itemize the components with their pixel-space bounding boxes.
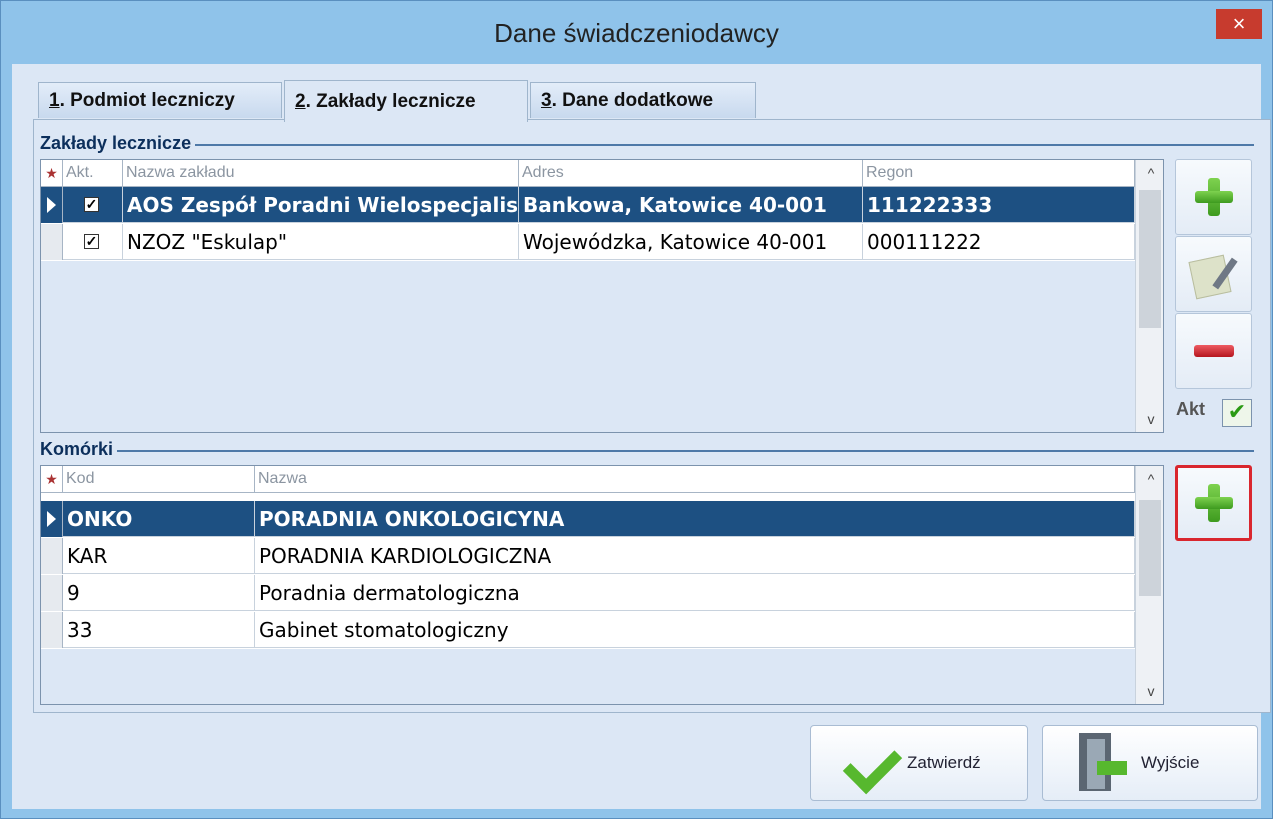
cell-nazwa: PORADNIA KARDIOLOGICZNA (255, 538, 1135, 574)
cell-nazwa: Poradnia dermatologiczna (255, 575, 1135, 611)
cell-nazwa: Gabinet stomatologiczny (255, 612, 1135, 648)
confirm-button[interactable]: Zatwierdź (810, 725, 1028, 801)
edit-document-icon (1187, 252, 1238, 300)
checkbox[interactable]: ✓ (84, 234, 99, 249)
current-row-indicator (41, 187, 63, 223)
title-bar: Dane świadczeniodawcy (1, 1, 1272, 65)
required-star-icon: ★ (41, 160, 63, 186)
column-header-nazwa[interactable]: Nazwa zakładu (123, 160, 519, 186)
grid-empty-area (41, 649, 1135, 704)
window-title: Dane świadczeniodawcy (494, 17, 779, 48)
plus-icon (1194, 484, 1233, 522)
edit-zaklad-button[interactable] (1175, 236, 1252, 312)
add-zaklad-button[interactable] (1175, 159, 1252, 235)
table-row[interactable]: KAR PORADNIA KARDIOLOGICZNA (41, 538, 1135, 574)
vertical-scrollbar[interactable]: ^ v (1135, 160, 1163, 432)
checkbox[interactable]: ✓ (84, 197, 99, 212)
grid-header: ★ Akt. Nazwa zakładu Adres Regon (41, 160, 1135, 187)
row-indicator (41, 575, 63, 611)
grid-header: ★ Kod Nazwa (41, 466, 1135, 493)
close-button[interactable]: × (1216, 9, 1262, 39)
scroll-up-icon[interactable]: ^ (1136, 160, 1163, 186)
cell-adres: Bankowa, Katowice 40-001 (519, 187, 863, 223)
tab-mnemonic: 1 (49, 89, 60, 111)
group-label-komorki: Komórki (40, 439, 118, 460)
confirm-button-label: Zatwierdź (907, 753, 981, 772)
tab-mnemonic: 3 (541, 89, 552, 111)
cell-nazwa: PORADNIA ONKOLOGICYNA (255, 501, 1135, 537)
tab-label: . Dane dodatkowe (551, 89, 714, 111)
akt-filter-checkbox[interactable]: ✔ (1222, 399, 1252, 427)
exit-button[interactable]: Wyjście (1042, 725, 1258, 801)
group-label-zaklady: Zakłady lecznicze (40, 133, 196, 154)
cell-adres: Wojewódzka, Katowice 40-001 (519, 224, 863, 260)
column-header-regon[interactable]: Regon (863, 160, 1135, 186)
table-row[interactable]: ✓ NZOZ "Eskulap" Wojewódzka, Katowice 40… (41, 224, 1135, 260)
table-row[interactable]: 9 Poradnia dermatologiczna (41, 575, 1135, 611)
scroll-up-icon[interactable]: ^ (1136, 466, 1163, 492)
vertical-scrollbar[interactable]: ^ v (1135, 466, 1163, 704)
cell-nazwa: AOS Zespół Poradni Wielospecjalistycznyc… (123, 187, 519, 223)
scroll-down-icon[interactable]: v (1136, 406, 1163, 432)
checkmark-icon: ✔ (1227, 399, 1247, 424)
column-header-adres[interactable]: Adres (519, 160, 863, 186)
zaklady-grid[interactable]: ★ Akt. Nazwa zakładu Adres Regon ✓ AOS Z… (40, 159, 1164, 433)
table-row[interactable]: 33 Gabinet stomatologiczny (41, 612, 1135, 648)
akt-checkbox-cell[interactable]: ✓ (63, 224, 123, 260)
scroll-down-icon[interactable]: v (1136, 678, 1163, 704)
akt-checkbox-cell[interactable]: ✓ (63, 187, 123, 223)
group-divider (40, 450, 1254, 452)
cell-regon: 000111222 (863, 224, 1135, 260)
checkmark-icon (841, 740, 897, 786)
exit-button-label: Wyjście (1141, 753, 1200, 772)
table-row[interactable]: ✓ AOS Zespół Poradni Wielospecjalistyczn… (41, 187, 1135, 223)
add-komorka-button[interactable] (1175, 465, 1252, 541)
cell-kod: 33 (63, 612, 255, 648)
column-header-kod[interactable]: Kod (63, 466, 255, 492)
column-header-nazwa[interactable]: Nazwa (255, 466, 1135, 492)
group-divider (40, 144, 1254, 146)
current-row-indicator (41, 501, 63, 537)
tab-label: . Zakłady lecznicze (305, 90, 476, 112)
row-indicator (41, 538, 63, 574)
plus-icon (1194, 178, 1233, 216)
komorki-grid[interactable]: ★ Kod Nazwa ONKO PORADNIA ONKOLOGICYNA K… (40, 465, 1164, 705)
tab-label: . Podmiot leczniczy (59, 89, 235, 111)
required-star-icon: ★ (41, 466, 63, 492)
cell-kod: 9 (63, 575, 255, 611)
exit-door-icon (1079, 733, 1127, 793)
row-indicator (41, 224, 63, 260)
akt-filter-label: Akt (1176, 399, 1206, 419)
close-icon: × (1232, 11, 1246, 36)
scroll-thumb[interactable] (1139, 190, 1161, 328)
cell-kod: ONKO (63, 501, 255, 537)
row-indicator (41, 612, 63, 648)
cell-nazwa: NZOZ "Eskulap" (123, 224, 519, 260)
remove-zaklad-button[interactable] (1175, 313, 1252, 389)
cell-kod: KAR (63, 538, 255, 574)
table-row[interactable]: ONKO PORADNIA ONKOLOGICYNA (41, 501, 1135, 537)
minus-icon (1193, 345, 1234, 357)
column-header-akt[interactable]: Akt. (63, 160, 123, 186)
cell-regon: 111222333 (863, 187, 1135, 223)
tab-dane-dodatkowe[interactable]: 3. Dane dodatkowe (530, 82, 756, 118)
grid-empty-area (41, 261, 1135, 432)
tab-podmiot-leczniczy[interactable]: 1. Podmiot leczniczy (38, 82, 282, 118)
tab-mnemonic: 2 (295, 90, 306, 112)
scroll-thumb[interactable] (1139, 500, 1161, 596)
tab-zaklady-lecznicze[interactable]: 2. Zakłady lecznicze (284, 80, 528, 122)
